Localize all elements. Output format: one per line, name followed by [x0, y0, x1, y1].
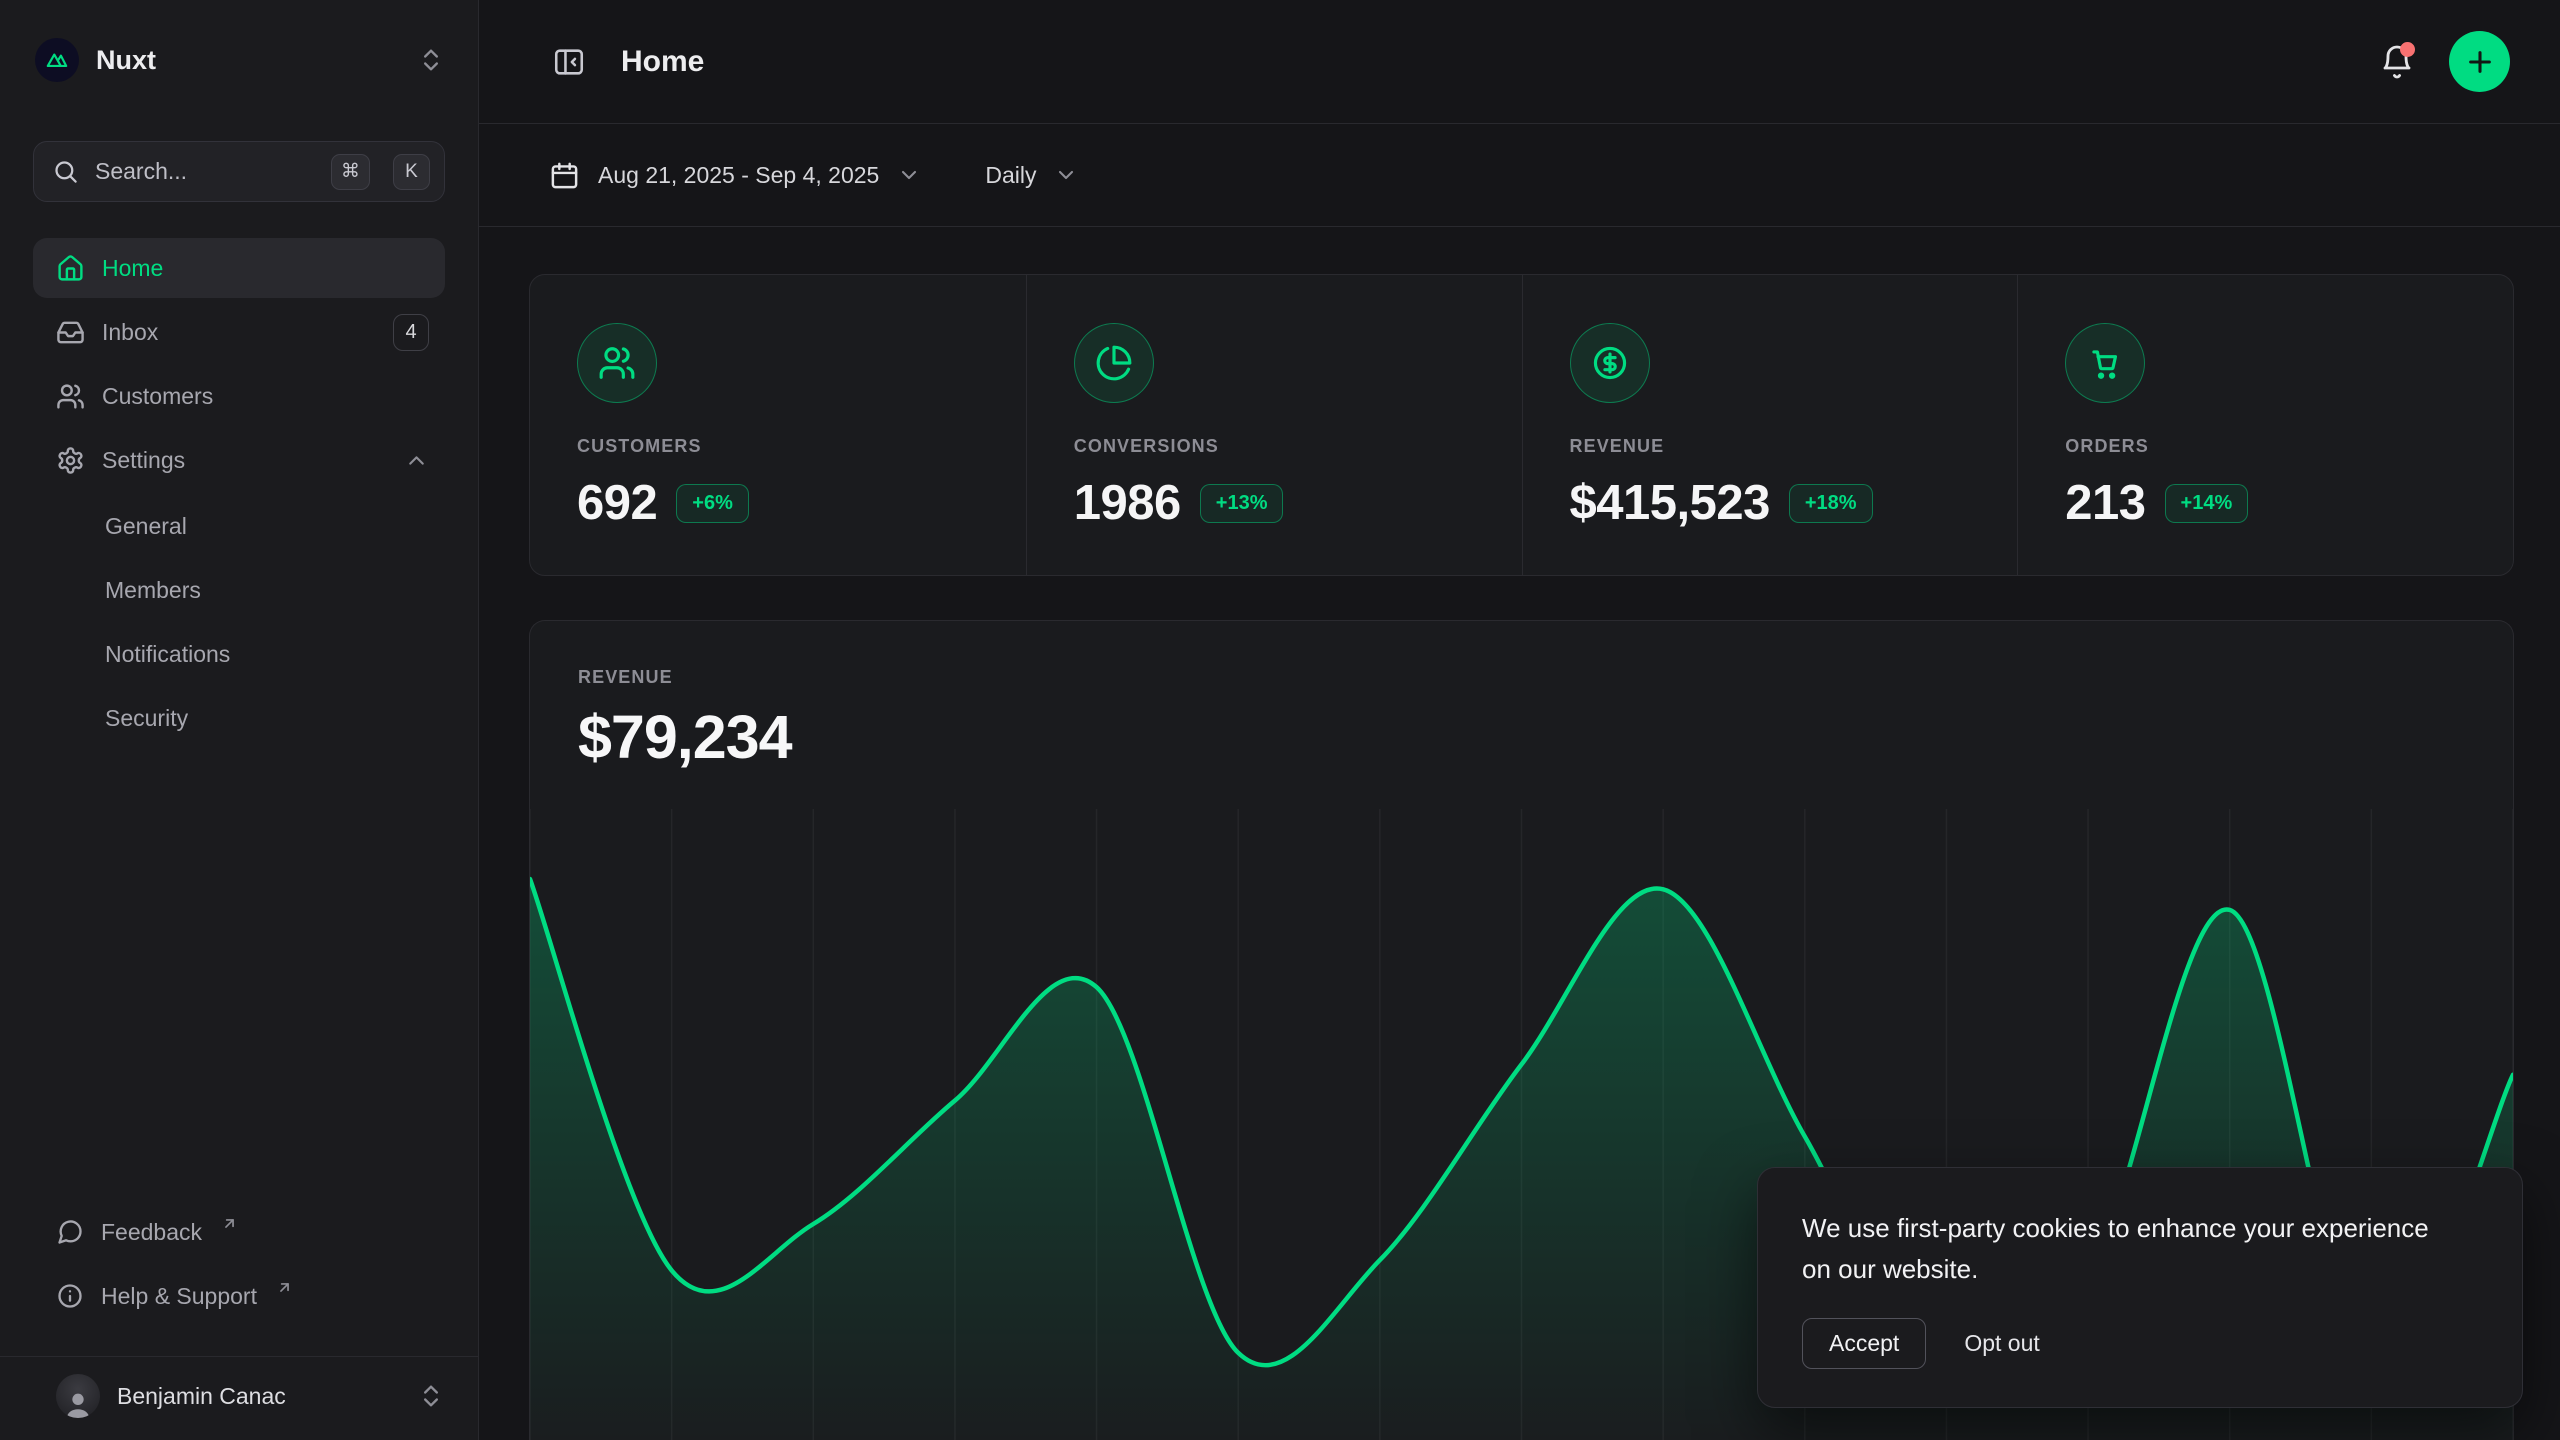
- sidebar-item-inbox[interactable]: Inbox 4: [33, 302, 445, 362]
- users-icon: [56, 382, 85, 411]
- nuxt-logo-icon: [35, 38, 79, 82]
- topbar: Home: [479, 0, 2560, 124]
- stat-card-orders[interactable]: ORDERS 213 +14%: [2017, 275, 2513, 575]
- kbd-k: K: [393, 154, 430, 190]
- sidebar-item-customers[interactable]: Customers: [33, 366, 445, 426]
- stat-label: CONVERSIONS: [1074, 436, 1482, 457]
- feedback-label: Feedback: [101, 1219, 202, 1246]
- stat-card-revenue[interactable]: REVENUE $415,523 +18%: [1522, 275, 2018, 575]
- cookie-message: We use first-party cookies to enhance yo…: [1802, 1208, 2442, 1290]
- add-button[interactable]: [2449, 31, 2510, 92]
- opt-out-button[interactable]: Opt out: [1964, 1330, 2039, 1357]
- sidebar-nav: Home Inbox 4 Customers Settings Ge: [33, 238, 445, 750]
- chevron-up-icon: [404, 448, 429, 473]
- pie-chart-icon: [1074, 323, 1154, 403]
- accept-button[interactable]: Accept: [1802, 1318, 1926, 1369]
- stat-label: CUSTOMERS: [577, 436, 986, 457]
- date-range-picker[interactable]: Aug 21, 2025 - Sep 4, 2025: [549, 160, 921, 191]
- user-menu[interactable]: Benjamin Canac: [0, 1357, 478, 1440]
- chevrons-up-down-icon: [417, 1382, 445, 1410]
- search-input[interactable]: Search... ⌘ K: [33, 141, 445, 202]
- stat-value: 213: [2065, 475, 2145, 531]
- granularity-label: Daily: [985, 162, 1036, 189]
- revenue-panel-value: $79,234: [578, 702, 2465, 772]
- gear-icon: [56, 446, 85, 475]
- sidebar-item-members[interactable]: Members: [33, 558, 445, 622]
- stat-card-conversions[interactable]: CONVERSIONS 1986 +13%: [1026, 275, 1522, 575]
- info-circle-icon: [56, 1282, 84, 1310]
- stat-delta-badge: +6%: [676, 484, 749, 523]
- stat-delta-badge: +14%: [2165, 484, 2249, 523]
- date-range-label: Aug 21, 2025 - Sep 4, 2025: [598, 162, 879, 189]
- revenue-panel-label: REVENUE: [578, 667, 2465, 688]
- sidebar-footer: Feedback Help & Support: [33, 1200, 445, 1356]
- avatar: [56, 1374, 100, 1418]
- settings-sub-list: General Members Notifications Security: [33, 494, 445, 750]
- stat-value: 1986: [1074, 475, 1181, 531]
- calendar-icon: [549, 160, 580, 191]
- chevron-down-icon: [1054, 163, 1078, 187]
- notifications-button[interactable]: [2373, 38, 2421, 86]
- sidebar-item-home[interactable]: Home: [33, 238, 445, 298]
- stat-delta-badge: +13%: [1200, 484, 1284, 523]
- stat-label: ORDERS: [2065, 436, 2473, 457]
- topbar-actions: [2373, 31, 2510, 92]
- plus-icon: [2464, 46, 2496, 78]
- chevrons-up-down-icon: [417, 46, 445, 74]
- stat-delta-badge: +18%: [1789, 484, 1873, 523]
- sidebar-item-label: Home: [102, 255, 429, 282]
- home-icon: [56, 254, 85, 283]
- dollar-circle-icon: [1570, 323, 1650, 403]
- users-icon: [577, 323, 657, 403]
- cart-icon: [2065, 323, 2145, 403]
- kbd-cmd: ⌘: [331, 154, 370, 190]
- external-link-icon: [276, 1279, 293, 1296]
- help-support-link[interactable]: Help & Support: [33, 1264, 445, 1328]
- stat-label: REVENUE: [1570, 436, 1978, 457]
- chat-bubble-icon: [56, 1218, 84, 1246]
- workspace-name: Nuxt: [96, 45, 400, 76]
- stat-value: 692: [577, 475, 657, 531]
- sidebar-item-notifications[interactable]: Notifications: [33, 622, 445, 686]
- granularity-select[interactable]: Daily: [985, 162, 1078, 189]
- stat-card-customers[interactable]: CUSTOMERS 692 +6%: [530, 275, 1026, 575]
- chevron-down-icon: [897, 163, 921, 187]
- cookie-banner: We use first-party cookies to enhance yo…: [1757, 1167, 2523, 1408]
- user-name: Benjamin Canac: [117, 1383, 400, 1410]
- filter-bar: Aug 21, 2025 - Sep 4, 2025 Daily: [479, 124, 2560, 227]
- sidebar-item-label: Settings: [102, 447, 387, 474]
- sidebar-item-label: Customers: [102, 383, 429, 410]
- workspace-switcher[interactable]: Nuxt: [33, 38, 445, 82]
- panel-left-close-icon: [552, 45, 586, 79]
- sidebar-item-label: Inbox: [102, 319, 376, 346]
- search-icon: [52, 158, 79, 185]
- search-placeholder: Search...: [95, 158, 315, 185]
- stats-card: CUSTOMERS 692 +6% CONVERSIONS 1986 +13%: [529, 274, 2514, 576]
- page-title: Home: [621, 45, 2373, 79]
- cookie-actions: Accept Opt out: [1802, 1318, 2478, 1369]
- notification-dot: [2400, 42, 2415, 57]
- sidebar: Nuxt Search... ⌘ K Home Inbox 4: [0, 0, 479, 1440]
- help-support-label: Help & Support: [101, 1283, 257, 1310]
- sidebar-item-settings[interactable]: Settings: [33, 430, 445, 490]
- collapse-sidebar-button[interactable]: [545, 38, 593, 86]
- inbox-icon: [56, 318, 85, 347]
- feedback-link[interactable]: Feedback: [33, 1200, 445, 1264]
- external-link-icon: [221, 1215, 238, 1232]
- sidebar-item-security[interactable]: Security: [33, 686, 445, 750]
- inbox-count-badge: 4: [393, 314, 429, 351]
- stat-value: $415,523: [1570, 475, 1770, 531]
- sidebar-item-general[interactable]: General: [33, 494, 445, 558]
